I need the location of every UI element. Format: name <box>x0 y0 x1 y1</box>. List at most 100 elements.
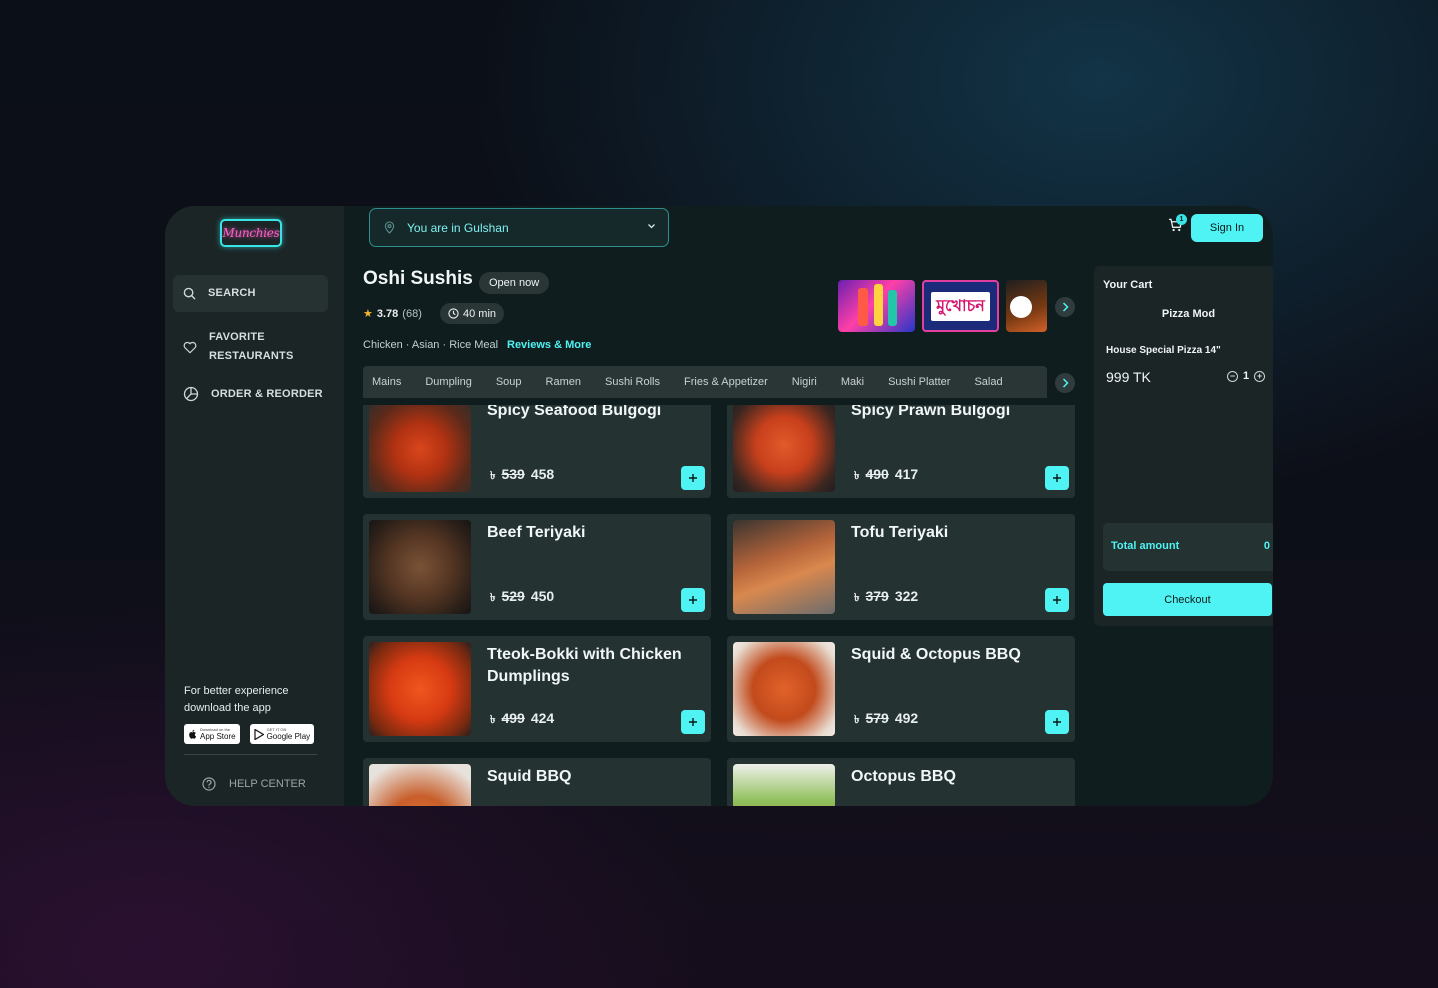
food-name: Spicy Prawn Bulgogi <box>851 405 1011 419</box>
tab-mains[interactable]: Mains <box>363 376 413 388</box>
store-buttons: Download on the App Store GET IT ON Goog… <box>184 724 315 744</box>
food-name: Squid & Octopus BBQ <box>851 646 1021 663</box>
menu-item-card[interactable]: Tofu Teriyaki ৳ 379 322 <box>727 514 1075 620</box>
rating-count: (68) <box>402 307 422 320</box>
currency-symbol: ৳ <box>854 714 860 726</box>
tab-sushi-platter[interactable]: Sushi Platter <box>876 376 962 388</box>
increase-quantity-button[interactable]: + <box>1254 370 1266 382</box>
google-play-text: GET IT ON Google Play <box>266 727 311 741</box>
location-selector[interactable]: You are in Gulshan <box>369 208 669 247</box>
tab-nigiri[interactable]: Nigiri <box>780 376 829 388</box>
featured-thumb-food[interactable] <box>1006 280 1047 332</box>
categories-next-button[interactable] <box>1055 373 1075 393</box>
status-badge: Open now <box>479 272 550 294</box>
menu-grid: Spicy Seafood Bulgogi ৳ 539 458 Spicy Pr… <box>363 405 1077 806</box>
promo-line-1: For better experience <box>184 685 289 697</box>
cart-count-badge: 1 <box>1176 214 1187 225</box>
food-image <box>369 764 471 806</box>
sidebar: Munchies SEARCH FAVORITE RESTAURANTS ORD… <box>165 206 344 806</box>
currency-symbol: ৳ <box>490 592 496 604</box>
tab-soup[interactable]: Soup <box>484 376 534 388</box>
google-play-big: Google Play <box>266 731 311 741</box>
food-price: ৳ 539 458 <box>490 466 554 486</box>
location-text: You are in Gulshan <box>407 220 509 235</box>
food-image <box>369 405 471 492</box>
currency-symbol: ৳ <box>490 470 496 482</box>
rating-value: 3.78 <box>376 307 399 320</box>
food-name: Tteok-Bokki with Chicken Dumplings <box>487 646 682 685</box>
munchies-logo[interactable]: Munchies <box>220 219 282 247</box>
featured-thumb-drinks[interactable] <box>838 280 915 332</box>
menu-item-card[interactable]: Beef Teriyaki ৳ 529 450 <box>363 514 711 620</box>
food-image <box>369 642 471 736</box>
sidebar-item-label-line1: FAVORITE <box>209 331 265 343</box>
current-price: 417 <box>894 466 919 482</box>
cart-restaurant-name: Pizza Mod <box>1161 308 1216 320</box>
food-price: ৳ 490 417 <box>854 466 918 486</box>
menu-item-card[interactable]: Tteok-Bokki with Chicken Dumplings ৳ 499… <box>363 636 711 742</box>
add-to-cart-button[interactable] <box>681 466 705 490</box>
cart-item-name: House Special Pizza 14" <box>1106 345 1221 356</box>
plus-icon <box>689 596 697 604</box>
food-image <box>733 642 835 736</box>
tab-salad[interactable]: Salad <box>962 376 1014 388</box>
add-to-cart-button[interactable] <box>1045 466 1069 490</box>
decrease-quantity-button[interactable]: − <box>1227 370 1238 382</box>
app-promo-text: For better experience download the app <box>184 683 324 717</box>
menu-item-card[interactable]: Squid BBQ <box>363 758 711 806</box>
app-store-button[interactable]: Download on the App Store <box>184 724 240 744</box>
food-price: ৳ 579 492 <box>854 710 918 730</box>
cart-title: Your Cart <box>1103 279 1153 291</box>
menu-item-card[interactable]: Spicy Prawn Bulgogi ৳ 490 417 <box>727 405 1075 498</box>
food-name: Tofu Teriyaki <box>851 524 949 541</box>
location-pin-icon <box>384 221 395 234</box>
star-icon: ★ <box>363 308 373 320</box>
tab-fries-appetizer[interactable]: Fries & Appetizer <box>672 376 780 388</box>
chevron-right-icon <box>1062 378 1069 388</box>
featured-thumb-brand[interactable]: মুখোচন <box>922 280 999 332</box>
old-price: 529 <box>501 588 525 604</box>
play-icon <box>253 728 264 740</box>
tab-dumpling[interactable]: Dumpling <box>413 376 483 388</box>
currency-symbol: ৳ <box>490 714 496 726</box>
tab-maki[interactable]: Maki <box>829 376 876 388</box>
food-name: Octopus BBQ <box>851 768 956 785</box>
add-to-cart-button[interactable] <box>1045 710 1069 734</box>
cuisine-tags: Chicken · Asian · Rice Meal <box>363 339 499 351</box>
clock-icon <box>448 308 459 319</box>
sidebar-item-label: FAVORITE RESTAURANTS <box>209 328 294 366</box>
food-price: ৳ 499 424 <box>490 710 554 730</box>
delivery-time: 40 min <box>463 307 497 320</box>
add-to-cart-button[interactable] <box>681 710 705 734</box>
sidebar-item-favorite-restaurants[interactable]: FAVORITE RESTAURANTS <box>173 328 328 366</box>
current-price: 322 <box>894 588 919 604</box>
menu-item-card[interactable]: Octopus BBQ <box>727 758 1075 806</box>
add-to-cart-button[interactable] <box>681 588 705 612</box>
sidebar-item-order-reorder[interactable]: ORDER & REORDER <box>173 384 328 404</box>
current-price: 424 <box>530 710 555 726</box>
google-play-button[interactable]: GET IT ON Google Play <box>249 724 315 744</box>
help-center-link[interactable]: HELP CENTER <box>202 777 306 791</box>
add-to-cart-button[interactable] <box>1045 588 1069 612</box>
checkout-button[interactable]: Checkout <box>1103 583 1272 616</box>
help-center-label: HELP CENTER <box>229 778 306 790</box>
menu-item-card[interactable]: Spicy Seafood Bulgogi ৳ 539 458 <box>363 405 711 498</box>
current-price: 458 <box>530 466 555 482</box>
featured-next-button[interactable] <box>1055 297 1075 317</box>
search-icon <box>183 287 196 300</box>
plus-icon <box>1053 718 1061 726</box>
restaurant-name: Oshi Sushis <box>363 268 473 289</box>
sidebar-item-search[interactable]: SEARCH <box>173 275 328 312</box>
current-price: 492 <box>894 710 919 726</box>
rating: ★ 3.78 (68) <box>363 307 422 321</box>
tab-ramen[interactable]: Ramen <box>534 376 593 388</box>
tab-sushi-rolls[interactable]: Sushi Rolls <box>593 376 672 388</box>
food-name: Beef Teriyaki <box>487 524 586 541</box>
menu-item-card[interactable]: Squid & Octopus BBQ ৳ 579 492 <box>727 636 1075 742</box>
promo-line-2: download the app <box>184 702 271 714</box>
app-store-text: Download on the App Store <box>200 727 236 741</box>
sign-in-button[interactable]: Sign In <box>1191 214 1263 242</box>
quantity-value: 1 <box>1243 370 1250 382</box>
reviews-more-link[interactable]: Reviews & More <box>507 339 591 351</box>
current-price: 450 <box>530 588 555 604</box>
